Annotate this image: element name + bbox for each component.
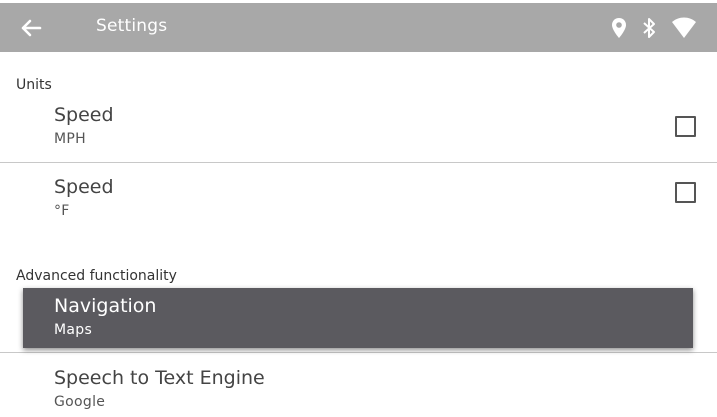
back-arrow-icon[interactable]	[18, 15, 44, 41]
app-bar: Settings	[0, 3, 717, 52]
divider	[0, 162, 717, 163]
wifi-icon	[671, 17, 697, 39]
list-item-speech-to-text[interactable]: Speech to Text Engine Google	[0, 366, 717, 417]
list-item-navigation[interactable]: Navigation Maps	[23, 288, 693, 348]
section-title-units: Units	[16, 77, 52, 93]
item-secondary-label: °F	[54, 203, 70, 219]
location-pin-icon	[611, 17, 627, 39]
item-primary-label: Navigation	[54, 295, 157, 317]
divider	[0, 352, 717, 353]
list-item-speed-temperature[interactable]: Speed °F	[0, 174, 717, 234]
speed-temperature-checkbox[interactable]	[675, 182, 696, 203]
status-icons	[611, 15, 697, 41]
item-secondary-label: MPH	[54, 131, 86, 147]
item-secondary-label: Google	[54, 394, 106, 410]
speed-mph-checkbox[interactable]	[675, 116, 696, 137]
item-primary-label: Speech to Text Engine	[54, 367, 265, 389]
item-secondary-label: Maps	[54, 322, 93, 338]
item-primary-label: Speed	[54, 176, 114, 198]
item-primary-label: Speed	[54, 104, 114, 126]
page-title: Settings	[96, 16, 168, 36]
section-title-advanced: Advanced functionality	[16, 268, 177, 284]
list-item-speed-mph[interactable]: Speed MPH	[0, 102, 717, 162]
bluetooth-icon	[641, 17, 657, 39]
